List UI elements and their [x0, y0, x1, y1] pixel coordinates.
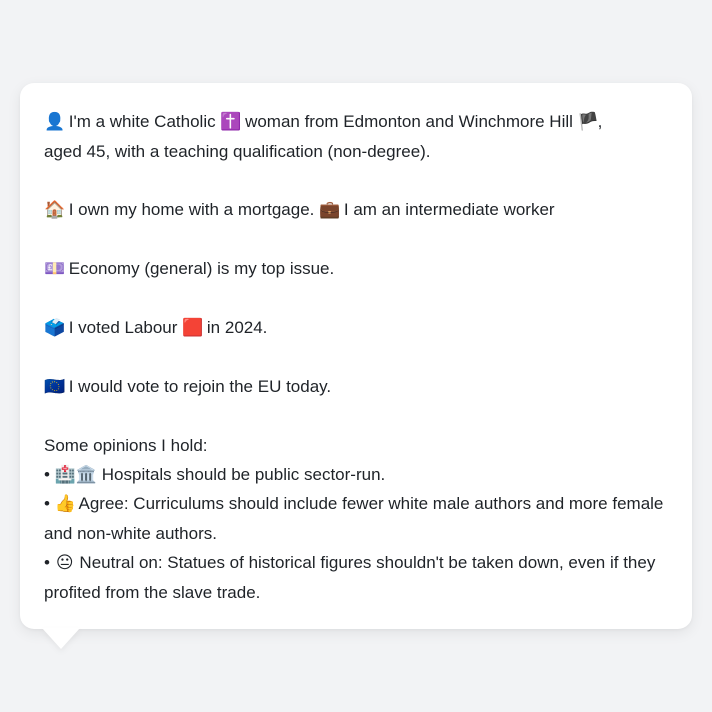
- briefcase-icon: 💼: [319, 200, 341, 220]
- person-icon: 👤: [44, 112, 66, 132]
- banknote-icon: 💷: [44, 259, 66, 279]
- chat-message-bubble: 👤 I'm a white Catholic ✝️ woman from Edm…: [20, 83, 692, 629]
- ballot-box-icon: 🗳️: [44, 318, 66, 338]
- hospital-government-icon: 🏥🏛️: [54, 465, 98, 484]
- identity-line: 👤 I'm a white Catholic ✝️ woman from Edm…: [44, 107, 672, 166]
- bubble-tail: [42, 628, 80, 649]
- opinions-heading: Some opinions I hold:: [44, 436, 208, 455]
- neutral-face-icon: 😐: [55, 553, 74, 573]
- cross-icon: ✝️: [220, 112, 242, 132]
- thumbs-up-icon: 👍: [54, 494, 76, 514]
- opinion-item: • 🏥🏛️ Hospitals should be public sector-…: [44, 465, 386, 484]
- red-square-icon: 🟥: [182, 318, 204, 338]
- housing-line: 🏠 I own my home with a mortgage. 💼 I am …: [44, 195, 672, 225]
- issue-line: 💷 Economy (general) is my top issue.: [44, 254, 672, 284]
- opinion-item: • 👍 Agree: Curriculums should include fe…: [44, 489, 672, 548]
- england-flag-icon: 🏴: [577, 112, 599, 132]
- eu-line: 🇪🇺 I would vote to rejoin the EU today.: [44, 372, 672, 402]
- identity-detail: aged 45, with a teaching qualification (…: [44, 142, 431, 161]
- eu-flag-icon: 🇪🇺: [44, 377, 66, 397]
- house-icon: 🏠: [44, 200, 66, 220]
- opinion-item: • 😐 Neutral on: Statues of historical fi…: [44, 548, 672, 607]
- vote-line: 🗳️ I voted Labour 🟥 in 2024.: [44, 313, 672, 343]
